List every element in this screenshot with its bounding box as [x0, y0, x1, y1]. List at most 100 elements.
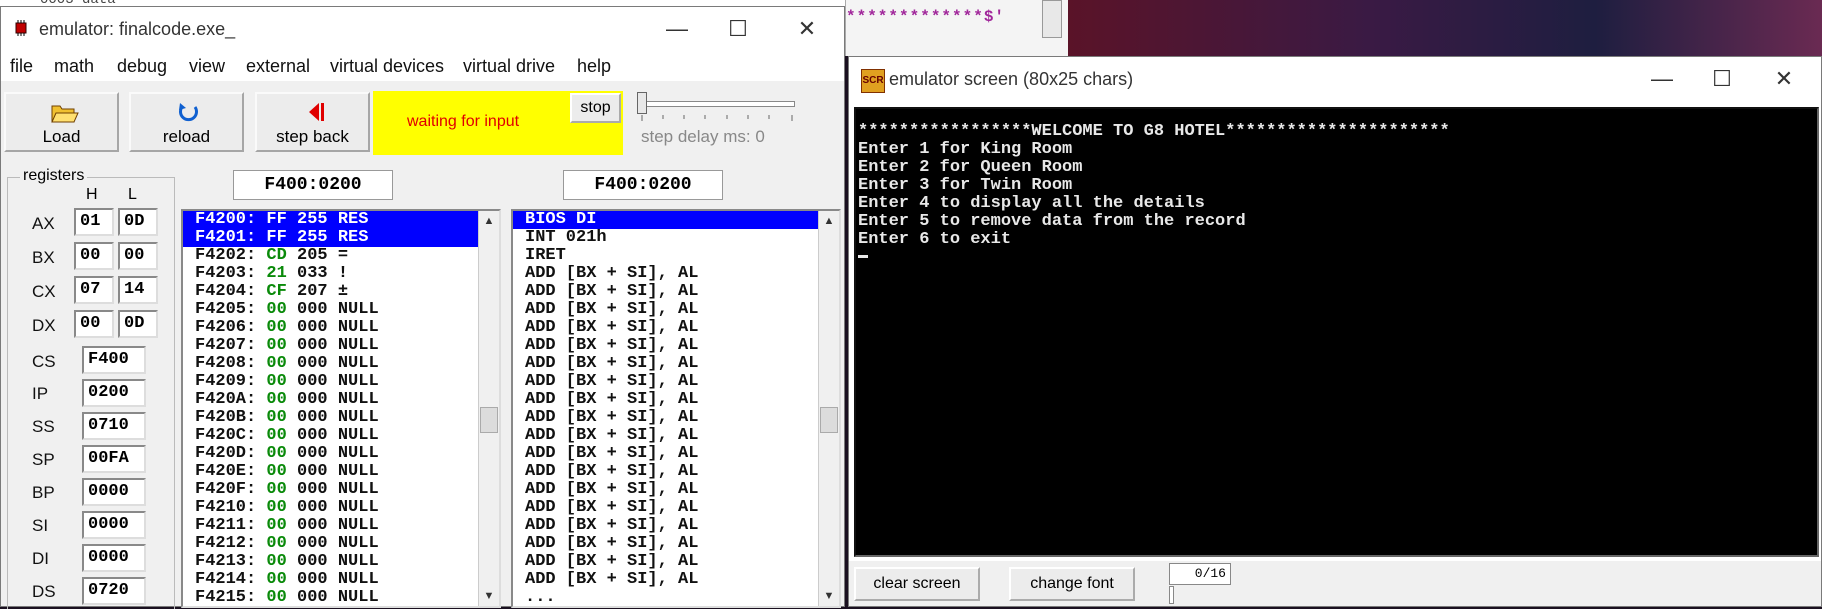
- register-di-value[interactable]: 0000: [82, 544, 146, 572]
- register-ax-low[interactable]: 0D: [118, 208, 158, 236]
- scroll-down-icon[interactable]: ▼: [819, 586, 839, 606]
- scroll-thumb[interactable]: [820, 407, 838, 433]
- register-sp-value[interactable]: 00FA: [82, 445, 146, 473]
- menu-math[interactable]: math: [54, 56, 94, 77]
- memory-row[interactable]: F4211: 00 000 NULL: [183, 517, 499, 535]
- memory-row[interactable]: F4203: 21 033 !: [183, 265, 499, 283]
- register-bx-high[interactable]: 00: [74, 242, 114, 270]
- memory-row[interactable]: F4200: FF 255 RES: [183, 211, 499, 229]
- disasm-row[interactable]: ADD [BX + SI], AL: [513, 427, 839, 445]
- register-bp-value[interactable]: 0000: [82, 478, 146, 506]
- disasm-row[interactable]: IRET: [513, 247, 839, 265]
- register-cs-value[interactable]: F400: [82, 346, 146, 374]
- step-delay-slider[interactable]: [641, 101, 795, 107]
- register-bx-low[interactable]: 00: [118, 242, 158, 270]
- disasm-row[interactable]: ADD [BX + SI], AL: [513, 391, 839, 409]
- memory-row[interactable]: F4209: 00 000 NULL: [183, 373, 499, 391]
- disassembly-list[interactable]: BIOS DI INT 021h IRET ADD [BX + SI], AL ADD …: [511, 209, 841, 608]
- disasm-row[interactable]: ADD [BX + SI], AL: [513, 301, 839, 319]
- memory-address: F4208:: [195, 354, 257, 373]
- disasm-row[interactable]: ADD [BX + SI], AL: [513, 553, 839, 571]
- close-button[interactable]: ✕: [777, 9, 837, 49]
- memory-row[interactable]: F4207: 00 000 NULL: [183, 337, 499, 355]
- disasm-row[interactable]: BIOS DI: [513, 211, 839, 229]
- memory-row[interactable]: F420C: 00 000 NULL: [183, 427, 499, 445]
- scroll-up-icon[interactable]: ▲: [479, 211, 499, 231]
- memory-row[interactable]: F4208: 00 000 NULL: [183, 355, 499, 373]
- minimize-button[interactable]: —: [647, 9, 707, 49]
- memory-row[interactable]: F4215: 00 000 NULL: [183, 589, 499, 607]
- maximize-button[interactable]: ☐: [708, 9, 768, 49]
- memory-list[interactable]: F4200: FF 255 RES F4201: FF 255 RES F4202:…: [181, 209, 501, 608]
- register-dx-high[interactable]: 00: [74, 310, 114, 338]
- disasm-scrollbar[interactable]: ▲ ▼: [818, 211, 839, 606]
- register-ss-value[interactable]: 0710: [82, 412, 146, 440]
- step-back-button[interactable]: step back: [255, 92, 370, 152]
- menu-external[interactable]: external: [246, 56, 310, 77]
- register-dx-low[interactable]: 0D: [118, 310, 158, 338]
- console-output[interactable]: *****************WELCOME TO G8 HOTEL****…: [854, 107, 1819, 557]
- memory-row[interactable]: F420F: 00 000 NULL: [183, 481, 499, 499]
- scroll-thumb[interactable]: [480, 407, 498, 433]
- memory-char: NULL: [337, 552, 379, 571]
- disasm-row[interactable]: ADD [BX + SI], AL: [513, 409, 839, 427]
- disasm-row[interactable]: ADD [BX + SI], AL: [513, 481, 839, 499]
- memory-row[interactable]: F4210: 00 000 NULL: [183, 499, 499, 517]
- memory-row[interactable]: F420E: 00 000 NULL: [183, 463, 499, 481]
- disasm-row[interactable]: ADD [BX + SI], AL: [513, 499, 839, 517]
- disasm-row[interactable]: ADD [BX + SI], AL: [513, 355, 839, 373]
- memory-row[interactable]: F420B: 00 000 NULL: [183, 409, 499, 427]
- disasm-row[interactable]: ADD [BX + SI], AL: [513, 445, 839, 463]
- close-button[interactable]: ✕: [1754, 59, 1814, 99]
- disasm-row[interactable]: ADD [BX + SI], AL: [513, 373, 839, 391]
- menu-virtual-drive[interactable]: virtual drive: [463, 56, 555, 77]
- register-ds-value[interactable]: 0720: [82, 577, 146, 605]
- disasm-row[interactable]: ADD [BX + SI], AL: [513, 283, 839, 301]
- memory-row[interactable]: F420D: 00 000 NULL: [183, 445, 499, 463]
- disasm-row[interactable]: ADD [BX + SI], AL: [513, 535, 839, 553]
- clear-screen-button[interactable]: clear screen: [854, 567, 980, 601]
- load-button[interactable]: Load: [4, 92, 119, 152]
- register-ax-high[interactable]: 01: [74, 208, 114, 236]
- scroll-up-icon[interactable]: ▲: [819, 211, 839, 231]
- memory-hex: 00: [266, 516, 287, 535]
- memory-row[interactable]: F420A: 00 000 NULL: [183, 391, 499, 409]
- maximize-button[interactable]: ☐: [1692, 59, 1752, 99]
- register-cx-high[interactable]: 07: [74, 276, 114, 304]
- memory-row[interactable]: F4213: 00 000 NULL: [183, 553, 499, 571]
- register-cs-label: CS: [32, 352, 56, 371]
- register-si-value[interactable]: 0000: [82, 511, 146, 539]
- memory-row[interactable]: F4206: 00 000 NULL: [183, 319, 499, 337]
- menu-virtual-devices[interactable]: virtual devices: [330, 56, 444, 77]
- slider-thumb[interactable]: [637, 92, 647, 114]
- memory-address-input[interactable]: F400:0200: [233, 170, 393, 200]
- memory-row[interactable]: F4212: 00 000 NULL: [183, 535, 499, 553]
- memory-row[interactable]: F4205: 00 000 NULL: [183, 301, 499, 319]
- register-cx-low[interactable]: 14: [118, 276, 158, 304]
- register-ip-value[interactable]: 0200: [82, 379, 146, 407]
- menu-view[interactable]: view: [189, 56, 225, 77]
- menu-help[interactable]: help: [577, 56, 611, 77]
- change-font-button[interactable]: change font: [1009, 567, 1135, 601]
- memory-scrollbar[interactable]: ▲ ▼: [478, 211, 499, 606]
- minimize-button[interactable]: —: [1632, 59, 1692, 99]
- memory-row[interactable]: F4204: CF 207 ±: [183, 283, 499, 301]
- stop-button[interactable]: stop: [570, 93, 621, 123]
- memory-row[interactable]: F4202: CD 205 =: [183, 247, 499, 265]
- disasm-address-input[interactable]: F400:0200: [563, 170, 723, 200]
- disasm-row[interactable]: ADD [BX + SI], AL: [513, 517, 839, 535]
- disasm-row[interactable]: ...: [513, 589, 839, 607]
- disasm-row[interactable]: ADD [BX + SI], AL: [513, 319, 839, 337]
- disasm-row[interactable]: ADD [BX + SI], AL: [513, 265, 839, 283]
- memory-decimal: 033: [297, 264, 328, 283]
- disasm-row[interactable]: ADD [BX + SI], AL: [513, 337, 839, 355]
- memory-row[interactable]: F4214: 00 000 NULL: [183, 571, 499, 589]
- reload-button[interactable]: reload: [129, 92, 244, 152]
- menu-debug[interactable]: debug: [117, 56, 167, 77]
- disasm-row[interactable]: ADD [BX + SI], AL: [513, 571, 839, 589]
- menu-file[interactable]: file: [10, 56, 33, 77]
- disasm-row[interactable]: INT 021h: [513, 229, 839, 247]
- memory-row[interactable]: F4201: FF 255 RES: [183, 229, 499, 247]
- disasm-row[interactable]: ADD [BX + SI], AL: [513, 463, 839, 481]
- scroll-down-icon[interactable]: ▼: [479, 586, 499, 606]
